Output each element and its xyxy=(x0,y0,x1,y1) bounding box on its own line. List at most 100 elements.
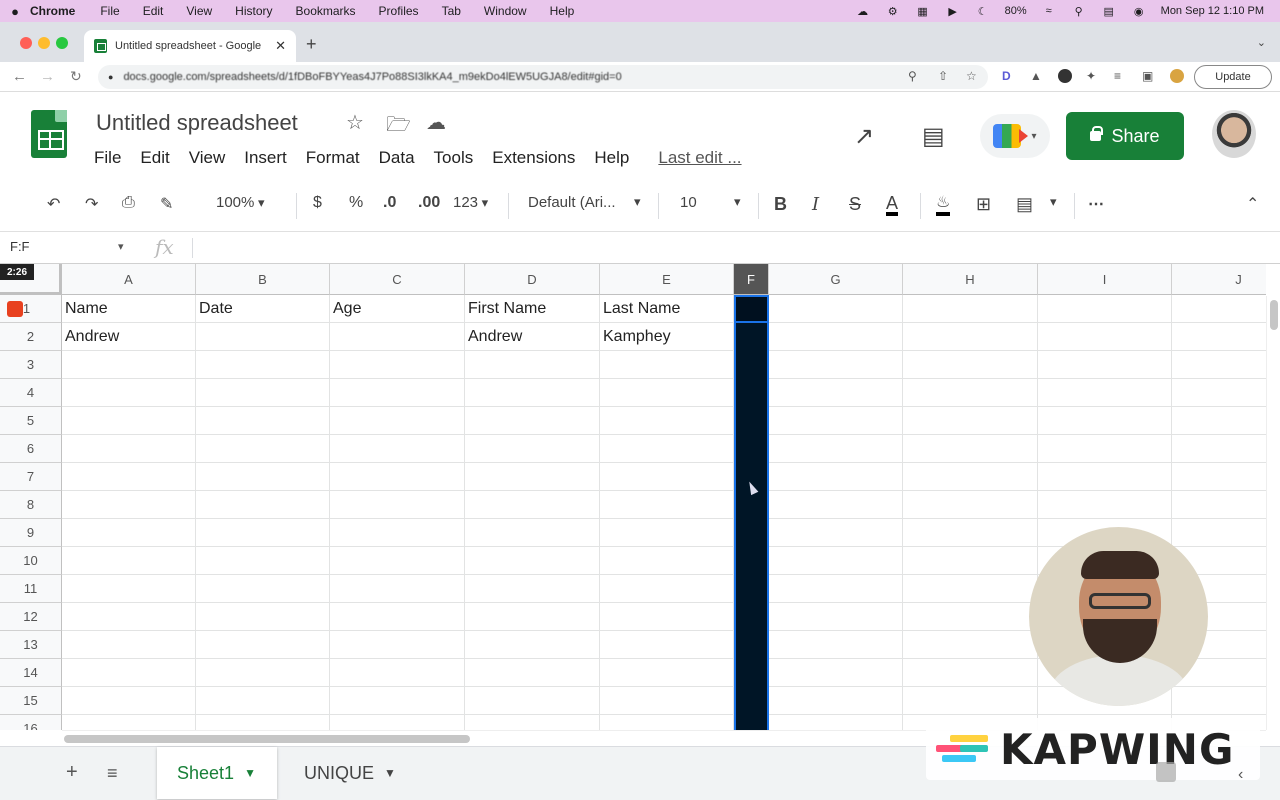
cell-a5[interactable] xyxy=(62,407,196,435)
text-color-button[interactable]: A xyxy=(886,194,899,216)
menubar-edit[interactable]: Edit xyxy=(143,4,164,18)
cell-b15[interactable] xyxy=(196,687,330,715)
font-size-dropdown-icon[interactable]: ▾ xyxy=(734,194,741,210)
cell-e6[interactable] xyxy=(600,435,734,463)
row-header-6[interactable]: 6 xyxy=(0,435,62,463)
reading-list-icon[interactable]: ≡ xyxy=(1114,69,1121,83)
row-header-12[interactable]: 12 xyxy=(0,603,62,631)
cell-j3[interactable] xyxy=(1172,351,1266,379)
cell-h11[interactable] xyxy=(903,575,1038,603)
vertical-scrollbar[interactable] xyxy=(1266,296,1280,730)
cell-c9[interactable] xyxy=(330,519,465,547)
cloud-status-icon[interactable]: ☁ xyxy=(426,110,446,135)
row-header-1[interactable]: 1 xyxy=(0,295,62,323)
control-center-icon[interactable]: ▤ xyxy=(1101,5,1117,18)
cell-d7[interactable] xyxy=(465,463,600,491)
row-header-15[interactable]: 15 xyxy=(0,687,62,715)
cell-a11[interactable] xyxy=(62,575,196,603)
gear-icon[interactable]: ⚙ xyxy=(885,5,901,18)
font-select-dropdown-icon[interactable]: ▾ xyxy=(634,194,641,210)
cell-j2[interactable] xyxy=(1172,323,1266,351)
cell-g1[interactable] xyxy=(769,295,903,323)
cell-c3[interactable] xyxy=(330,351,465,379)
name-box-dropdown-icon[interactable]: ▾ xyxy=(118,240,124,253)
cell-e16[interactable] xyxy=(600,715,734,730)
merge-cells-icon[interactable]: ▤ xyxy=(1016,194,1033,215)
cell-e2[interactable]: Kamphey xyxy=(600,323,734,351)
cell-b14[interactable] xyxy=(196,659,330,687)
cell-d12[interactable] xyxy=(465,603,600,631)
comments-icon[interactable]: ▤ xyxy=(922,122,945,151)
zoom-select[interactable]: 100% xyxy=(216,194,265,211)
cell-h10[interactable] xyxy=(903,547,1038,575)
cell-d10[interactable] xyxy=(465,547,600,575)
cell-d4[interactable] xyxy=(465,379,600,407)
cell-g13[interactable] xyxy=(769,631,903,659)
extension-d-icon[interactable]: D xyxy=(1002,69,1011,83)
cell-g15[interactable] xyxy=(769,687,903,715)
cell-c15[interactable] xyxy=(330,687,465,715)
cell-h15[interactable] xyxy=(903,687,1038,715)
cell-j8[interactable] xyxy=(1172,491,1266,519)
strikethrough-button[interactable]: S xyxy=(849,194,861,215)
cell-g12[interactable] xyxy=(769,603,903,631)
sheet-tab-dropdown-icon[interactable]: ▼ xyxy=(244,766,256,780)
cell-c6[interactable] xyxy=(330,435,465,463)
side-panel-icon[interactable]: ▣ xyxy=(1142,69,1153,83)
sheet-tab-unique[interactable]: UNIQUE ▼ xyxy=(296,747,406,799)
bookmark-star-icon[interactable]: ☆ xyxy=(966,69,977,83)
cell-h12[interactable] xyxy=(903,603,1038,631)
sheet-tab-sheet1[interactable]: Sheet1 ▼ xyxy=(157,747,277,799)
cell-h9[interactable] xyxy=(903,519,1038,547)
column-header-g[interactable]: G xyxy=(769,264,903,295)
extension-record-icon[interactable] xyxy=(1058,69,1072,83)
cell-h1[interactable] xyxy=(903,295,1038,323)
cell-d3[interactable] xyxy=(465,351,600,379)
cell-i4[interactable] xyxy=(1038,379,1172,407)
cell-h5[interactable] xyxy=(903,407,1038,435)
cell-d1[interactable]: First Name xyxy=(465,295,600,323)
row-header-7[interactable]: 7 xyxy=(0,463,62,491)
cell-b9[interactable] xyxy=(196,519,330,547)
cell-e7[interactable] xyxy=(600,463,734,491)
percent-format-button[interactable]: % xyxy=(349,194,363,212)
cell-g5[interactable] xyxy=(769,407,903,435)
cell-e11[interactable] xyxy=(600,575,734,603)
window-minimize-button[interactable] xyxy=(38,37,50,49)
cell-g2[interactable] xyxy=(769,323,903,351)
cell-e8[interactable] xyxy=(600,491,734,519)
siri-icon[interactable]: ◉ xyxy=(1131,5,1147,18)
cell-d9[interactable] xyxy=(465,519,600,547)
cell-e4[interactable] xyxy=(600,379,734,407)
row-header-3[interactable]: 3 xyxy=(0,351,62,379)
cell-j5[interactable] xyxy=(1172,407,1266,435)
cell-c16[interactable] xyxy=(330,715,465,730)
cell-c2[interactable] xyxy=(330,323,465,351)
cell-d16[interactable] xyxy=(465,715,600,730)
cell-b3[interactable] xyxy=(196,351,330,379)
update-button[interactable]: Update xyxy=(1194,65,1272,89)
cell-i7[interactable] xyxy=(1038,463,1172,491)
apple-icon[interactable]: ● xyxy=(0,4,30,19)
decrease-decimal-button[interactable]: .0 xyxy=(383,194,396,212)
cell-a13[interactable] xyxy=(62,631,196,659)
cell-b12[interactable] xyxy=(196,603,330,631)
cell-e5[interactable] xyxy=(600,407,734,435)
menu-insert[interactable]: Insert xyxy=(244,148,287,168)
increase-decimal-button[interactable]: .00 xyxy=(418,194,440,212)
active-cell-f1[interactable] xyxy=(734,295,769,323)
italic-button[interactable]: I xyxy=(812,194,819,215)
menubar-view[interactable]: View xyxy=(186,4,212,18)
cell-c10[interactable] xyxy=(330,547,465,575)
cell-g14[interactable] xyxy=(769,659,903,687)
cell-j6[interactable] xyxy=(1172,435,1266,463)
bold-button[interactable]: B xyxy=(774,194,787,215)
reload-icon[interactable]: ↻ xyxy=(70,68,82,85)
row-header-14[interactable]: 14 xyxy=(0,659,62,687)
column-header-d[interactable]: D xyxy=(465,264,600,295)
meet-button[interactable]: ▾ xyxy=(980,114,1050,158)
cell-g10[interactable] xyxy=(769,547,903,575)
merge-dropdown-icon[interactable]: ▾ xyxy=(1050,194,1057,210)
cell-g8[interactable] xyxy=(769,491,903,519)
document-title[interactable]: Untitled spreadsheet xyxy=(96,110,298,136)
